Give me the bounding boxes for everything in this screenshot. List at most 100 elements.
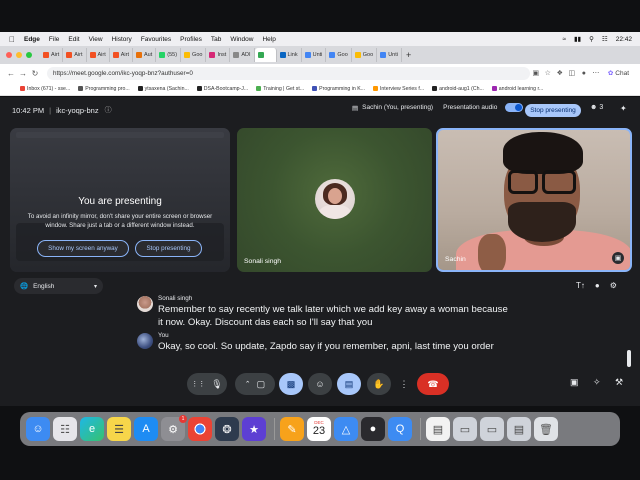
wifi-icon[interactable]: ≈ (562, 36, 566, 43)
microphone-button[interactable]: ⋮⋮ 🎙 (187, 373, 227, 395)
show-screen-anyway-button[interactable]: Show my screen anyway (37, 240, 129, 257)
notes-icon[interactable]: ☰ (107, 417, 131, 441)
system-settings-icon[interactable]: ⚙ 1 (161, 415, 187, 441)
browser-tab[interactable]: Aut (133, 48, 157, 62)
menu-history[interactable]: History (112, 36, 132, 43)
chrome-icon[interactable] (188, 417, 212, 441)
profile-avatar-icon[interactable]: ● (578, 70, 590, 77)
url-field[interactable]: https://meet.google.com/ikc-yoqp-bnz?aut… (47, 66, 530, 80)
browser-tab[interactable]: Airt (110, 48, 133, 62)
caption-color-icon[interactable]: ● (595, 281, 600, 290)
browser-tab-active[interactable] (254, 48, 277, 62)
browser-tab[interactable]: ADI (230, 48, 255, 62)
effects-icon[interactable]: ✦ (620, 104, 627, 113)
menu-window[interactable]: Window (230, 36, 253, 43)
apple-icon[interactable]:  (9, 35, 15, 44)
leave-call-button[interactable]: ☎ (417, 373, 449, 395)
minimize-window-icon[interactable] (16, 52, 22, 58)
font-size-icon[interactable]: T↑ (576, 281, 585, 290)
browser-tab[interactable]: Airt (40, 48, 64, 62)
bookmark-item[interactable]: Programming pro... (78, 86, 130, 92)
control-center-icon[interactable]: ☷ (602, 35, 608, 43)
document-icon[interactable]: ▤ (426, 417, 450, 441)
more-options-icon[interactable]: ⋯ (590, 69, 602, 77)
browser-tab[interactable]: Unti (377, 48, 402, 62)
collections-icon[interactable]: ◫ (566, 69, 578, 77)
trash-icon[interactable]: 🗑 (534, 417, 558, 441)
menu-tab[interactable]: Tab (211, 36, 221, 43)
browser-tab[interactable]: (55) (156, 48, 182, 62)
proxyman-icon[interactable]: Q (388, 417, 412, 441)
pages-icon[interactable]: ✎ (280, 417, 304, 441)
forward-icon[interactable]: → (17, 69, 29, 78)
reload-icon[interactable]: ↻ (29, 69, 41, 78)
screenshot-stack-icon[interactable]: ▭ (480, 417, 504, 441)
imovie-icon[interactable]: ★ (242, 417, 266, 441)
menu-file[interactable]: File (49, 36, 59, 43)
new-tab-icon[interactable]: + (406, 50, 411, 60)
reactions-button[interactable]: ☺ (308, 373, 332, 395)
tile-stop-presenting-button[interactable]: Stop presenting (135, 240, 202, 257)
menu-view[interactable]: View (89, 36, 103, 43)
participant-tile-sachin[interactable]: Sachin ▣ (436, 128, 632, 272)
menu-favourites[interactable]: Favourites (141, 36, 171, 43)
participant-tile-sonali[interactable]: Sonali singh (237, 128, 432, 272)
caption-settings-icon[interactable]: ⚙ (610, 281, 617, 290)
launchpad-icon[interactable]: ☷ (53, 417, 77, 441)
present-button[interactable]: ▩ (279, 373, 303, 395)
bookmark-item[interactable]: Interview Series f... (372, 86, 424, 92)
bookmark-item[interactable]: Inbox (671) - sse... (20, 86, 70, 92)
browser-tab[interactable]: Unti (302, 48, 327, 62)
meeting-info-icon[interactable]: ⓘ (105, 105, 112, 115)
browser-tab[interactable]: Link (277, 48, 302, 62)
search-icon[interactable]: ⚲ (589, 35, 594, 43)
maximize-window-icon[interactable] (26, 52, 32, 58)
camera-button[interactable]: ⌃ ▢ (235, 373, 275, 395)
menu-edit[interactable]: Edit (68, 36, 79, 43)
clock[interactable]: 22:42 (616, 36, 632, 43)
bookmark-item[interactable]: DSA-Bootcamp-J... (196, 86, 248, 92)
browser-tab[interactable]: Goo (326, 48, 352, 62)
presentation-audio-toggle[interactable] (505, 103, 524, 112)
camera-site-icon[interactable]: ▣ (530, 69, 542, 77)
extensions-icon[interactable]: ❖ (554, 69, 566, 77)
back-icon[interactable]: ← (5, 69, 17, 78)
activities-icon[interactable]: ✧ (593, 377, 601, 388)
captions-button[interactable]: ▤ (337, 373, 361, 395)
bookmark-item[interactable]: ytsaxena (Sachin... (137, 86, 189, 92)
bookmark-item[interactable]: android-aug1 (Ch... (432, 86, 484, 92)
menu-help[interactable]: Help (262, 36, 275, 43)
browser-tab[interactable]: Inst (206, 48, 231, 62)
terminal-icon[interactable]: ● (361, 417, 385, 441)
browser-tab[interactable]: Airt (87, 48, 110, 62)
browser-tab[interactable]: Goo (352, 48, 378, 62)
menu-app-name[interactable]: Edge (24, 36, 40, 43)
caption-language-select[interactable]: 🌐 English ▾ (14, 278, 103, 294)
bookmark-item[interactable]: Programming in K... (312, 86, 365, 92)
battery-icon[interactable]: ▮▮ (574, 35, 581, 43)
bookmark-item[interactable]: Training | Get st... (256, 86, 304, 92)
participants-button[interactable]: ☻ 3 (590, 104, 603, 111)
favourite-star-icon[interactable]: ☆ (542, 69, 554, 77)
close-window-icon[interactable] (6, 52, 12, 58)
menu-profiles[interactable]: Profiles (180, 36, 202, 43)
finder-icon[interactable]: ☺ (26, 417, 50, 441)
chat-icon[interactable]: ▣ (570, 377, 579, 388)
bookmark-item[interactable]: android learning r... (491, 86, 543, 92)
stop-presenting-button[interactable]: Stop presenting (525, 104, 581, 117)
chatgpt-icon[interactable]: ❂ (215, 417, 239, 441)
browser-tab[interactable]: Airt (63, 48, 87, 62)
keynote-icon[interactable]: △ (334, 417, 358, 441)
calendar-icon[interactable]: DEC 23 (307, 417, 331, 441)
edge-icon[interactable]: e (80, 417, 104, 441)
more-options-button[interactable]: ⋮ (396, 373, 412, 395)
host-controls-icon[interactable]: ⚒ (615, 377, 623, 388)
browser-tab[interactable]: Goo (181, 48, 207, 62)
downloads-stack-icon[interactable]: ▤ (507, 417, 531, 441)
captions-scrollbar[interactable] (627, 350, 631, 367)
raise-hand-button[interactable]: ✋ (367, 373, 391, 395)
copilot-chat-button[interactable]: ✿ Chat (608, 69, 629, 78)
app-store-icon[interactable]: A (134, 417, 158, 441)
screenshot-stack-icon[interactable]: ▭ (453, 417, 477, 441)
tile-options-icon[interactable]: ▣ (612, 252, 624, 264)
